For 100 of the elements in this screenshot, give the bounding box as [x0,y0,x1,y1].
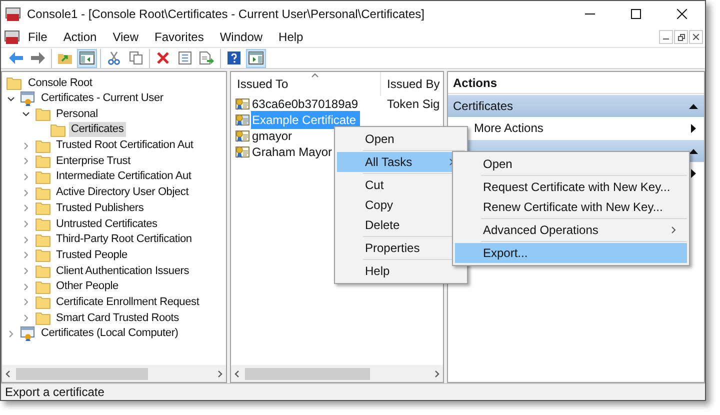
collapsed-chevron-icon[interactable] [22,282,30,291]
menu-bar-item[interactable]: Help [270,28,312,46]
collapsed-chevron-icon[interactable] [22,188,30,197]
folder-icon [35,201,51,216]
tree-item[interactable]: Trusted People [54,248,130,263]
forward-arrow-icon [30,51,46,65]
folder-up-icon [57,51,73,65]
toolbar-button[interactable] [246,48,266,68]
menu-bar-item[interactable]: Favorites [146,28,212,46]
folder-icon [35,232,51,247]
tree-item[interactable]: Trusted Root Certification Aut [54,138,196,154]
collapsed-chevron-icon[interactable] [22,298,30,306]
copy-icon [129,51,143,65]
child-close-button[interactable] [689,30,703,44]
submenu-triangle-icon[interactable] [691,168,696,178]
tree-item[interactable]: Console Root [26,74,94,92]
status-bar: Export a certificate [1,383,705,400]
tree-item[interactable]: Trusted Publishers [54,200,146,216]
scroll-left-icon[interactable] [4,370,12,378]
delete-x-icon [156,51,170,65]
toolbar-button[interactable] [77,48,97,68]
scroll-right-icon[interactable] [433,370,441,378]
collapsed-chevron-icon[interactable] [22,314,30,322]
list-cell[interactable]: Graham Mayor [251,143,336,161]
action-link[interactable]: More Actions [474,119,544,137]
menu-item[interactable]: Request Certificate with New Key... [455,177,687,197]
menu-bar-item[interactable]: Action [55,28,105,46]
scissors-icon [107,51,121,65]
collapsed-chevron-icon[interactable] [22,142,30,150]
expanded-chevron-icon[interactable] [22,110,30,118]
folder-icon [35,170,51,184]
tree-item[interactable]: Other People [54,279,120,294]
tree-item[interactable]: Personal [54,106,100,122]
folder-icon [35,248,51,262]
collapsed-chevron-icon[interactable] [7,330,15,338]
folder-icon [35,264,51,278]
menu-bar-item[interactable]: View [104,28,146,46]
collapsed-chevron-icon[interactable] [22,267,30,276]
collapsed-chevron-icon[interactable] [22,251,30,260]
properties-icon [178,51,192,65]
horizontal-scrollbar[interactable] [2,365,226,382]
actions-section-header[interactable]: Certificates [448,95,704,117]
tree-item[interactable]: Certificates [69,122,126,138]
maximize-icon [631,9,641,19]
sort-caret-icon [311,73,319,78]
scroll-left-icon[interactable] [233,370,241,378]
menu-item[interactable]: Advanced Operations [455,220,687,240]
folder-icon [35,138,51,153]
export-list-icon [199,51,215,65]
submenu-triangle-icon[interactable] [691,124,696,132]
window-title: Console1 - [Console Root\Certificates - Current User\Personal\Certificates] [27,6,424,23]
collapsed-chevron-icon[interactable] [22,204,30,212]
back-arrow-icon [8,51,24,65]
list-cell[interactable]: 63ca6e0b370189a9 [251,95,362,113]
certificate-icon [235,112,251,128]
menu-item[interactable]: Help [337,261,465,281]
child-minimize-button[interactable] [659,30,673,44]
tree-item[interactable]: Intermediate Certification Aut [54,169,194,184]
folder-icon [50,122,66,137]
collapsed-chevron-icon[interactable] [22,220,30,228]
tree-item[interactable]: Enterprise Trust [54,154,132,169]
certificate-icon [235,128,251,144]
menu-item[interactable]: Export... [455,243,687,263]
collapse-triangle-icon[interactable] [689,148,698,154]
tree-item[interactable]: Certificates - Current User [39,91,166,106]
certificate-icon [235,144,251,160]
app-icon [5,6,21,22]
tree-item[interactable]: Active Directory User Object [54,185,191,200]
horizontal-scrollbar[interactable] [231,365,443,382]
close-icon [693,34,699,40]
tree-item[interactable]: Certificates (Local Computer) [39,326,180,342]
tree-item[interactable]: Untrusted Certificates [54,216,160,232]
menu-bar-item[interactable]: Window [212,28,271,46]
folder-icon [6,76,22,90]
menu-item[interactable]: Open [337,129,465,149]
tree-item[interactable]: Smart Card Trusted Roots [54,310,181,326]
collapsed-chevron-icon[interactable] [22,172,30,181]
collapse-triangle-icon[interactable] [689,104,698,108]
certificate-icon [235,96,251,112]
tree-item[interactable]: Certificate Enrollment Request [54,294,202,310]
tree-item[interactable]: Third-Party Root Certification [54,232,194,248]
folder-icon [35,311,51,326]
folder-icon [35,217,51,232]
folder-icon [35,107,51,122]
certificate-snapin-icon [20,326,36,342]
tree-item[interactable]: Client Authentication Issuers [54,264,191,279]
collapsed-chevron-icon[interactable] [22,236,30,244]
list-cell-text: Token Sig [386,96,440,113]
certificate-snapin-icon [20,91,36,106]
expanded-chevron-icon[interactable] [7,94,15,103]
menu-bar-item[interactable]: File [20,28,56,46]
list-cell[interactable]: gmayor [251,127,296,145]
column-header[interactable]: Issued To [231,72,381,96]
collapsed-chevron-icon[interactable] [22,157,30,166]
child-restore-button[interactable] [674,30,688,44]
scroll-right-icon[interactable] [216,370,224,378]
console-tree-icon [79,51,95,65]
menu-item[interactable]: Renew Certificate with New Key... [455,197,687,217]
column-header[interactable]: Issued By [381,75,440,93]
toolbar-button[interactable] [197,48,217,68]
